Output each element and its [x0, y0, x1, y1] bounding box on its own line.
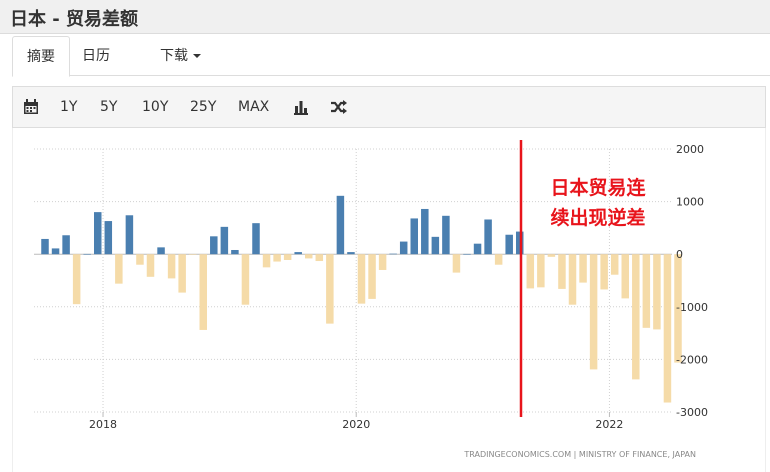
bar[interactable]: [62, 235, 70, 255]
bar[interactable]: [252, 223, 260, 255]
bar[interactable]: [305, 254, 313, 259]
bar[interactable]: [547, 254, 556, 257]
source-credit: TRADINGECONOMICS.COM | MINISTRY OF FINAN…: [463, 450, 696, 459]
bar[interactable]: [283, 254, 292, 260]
x-axis-ticks: 2018 2020 2022: [89, 412, 623, 431]
bar[interactable]: [94, 212, 102, 255]
bar[interactable]: [294, 252, 302, 255]
bar[interactable]: [315, 254, 324, 262]
bar[interactable]: [326, 254, 334, 324]
bar[interactable]: [83, 253, 91, 255]
bar[interactable]: [642, 254, 651, 328]
y-tick-label: 2000: [676, 143, 704, 156]
annotation-line-1: 日本贸易连: [550, 176, 646, 199]
bar[interactable]: [505, 234, 513, 255]
bar[interactable]: [241, 254, 250, 305]
bar[interactable]: [210, 236, 218, 255]
bar[interactable]: [663, 254, 672, 403]
bar[interactable]: [389, 253, 397, 255]
bar[interactable]: [621, 254, 630, 299]
bar[interactable]: [136, 254, 144, 265]
bar[interactable]: [178, 254, 186, 293]
bar[interactable]: [378, 254, 387, 270]
bar[interactable]: [146, 254, 155, 277]
bar[interactable]: [463, 253, 471, 255]
bar[interactable]: [526, 254, 535, 289]
bar[interactable]: [51, 248, 60, 255]
bar[interactable]: [399, 241, 408, 255]
trade-balance-chart: 2000 1000 0 -1000 -2000 -3000 2018 2020 2022 日本…: [34, 140, 708, 459]
bar[interactable]: [357, 254, 366, 304]
bar[interactable]: [610, 254, 619, 275]
bar[interactable]: [347, 252, 355, 255]
bar[interactable]: [600, 254, 608, 290]
bar[interactable]: [473, 243, 482, 255]
bar[interactable]: [579, 254, 587, 283]
bar[interactable]: [558, 254, 566, 289]
bar[interactable]: [199, 254, 208, 330]
bar[interactable]: [410, 218, 419, 255]
bar[interactable]: [537, 254, 545, 288]
bar[interactable]: [157, 247, 165, 255]
y-tick-label: 1000: [676, 196, 704, 209]
bar[interactable]: [104, 221, 113, 255]
bar[interactable]: [442, 215, 450, 255]
bar[interactable]: [220, 226, 229, 255]
bar[interactable]: [273, 254, 281, 262]
bar[interactable]: [632, 254, 640, 380]
annotation-line-2: 续出现逆差: [550, 206, 645, 229]
bar[interactable]: [231, 249, 239, 255]
bar[interactable]: [262, 254, 271, 268]
bar[interactable]: [188, 254, 197, 255]
y-tick-label: -1000: [676, 301, 708, 314]
bar[interactable]: [484, 219, 492, 255]
bar[interactable]: [494, 254, 503, 265]
x-tick-label: 2018: [89, 418, 117, 431]
x-tick-label: 2020: [342, 418, 370, 431]
bar[interactable]: [72, 254, 81, 305]
bar[interactable]: [41, 238, 49, 255]
bar[interactable]: [452, 254, 461, 273]
bar[interactable]: [167, 254, 176, 279]
y-tick-label: -3000: [676, 406, 708, 419]
bar[interactable]: [336, 195, 345, 255]
bar[interactable]: [421, 208, 429, 255]
bar[interactable]: [589, 254, 598, 370]
x-tick-label: 2022: [595, 418, 623, 431]
y-tick-label: -2000: [676, 353, 708, 366]
bar[interactable]: [653, 254, 661, 330]
bar[interactable]: [125, 215, 134, 255]
bar[interactable]: [368, 254, 376, 299]
bar[interactable]: [568, 254, 577, 305]
bar[interactable]: [431, 236, 440, 255]
y-tick-label: 0: [676, 248, 683, 261]
bar[interactable]: [115, 254, 123, 284]
